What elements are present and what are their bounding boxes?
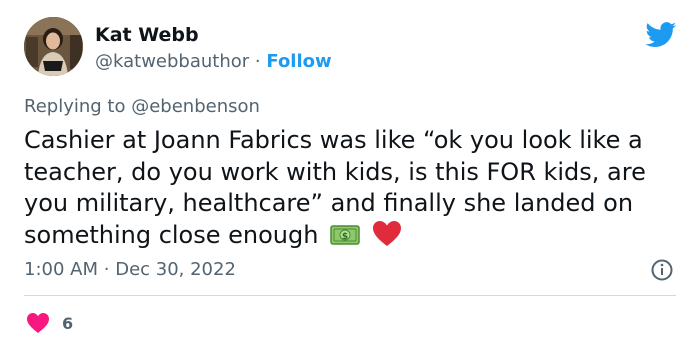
- tweet-time: 1:00 AM: [24, 259, 98, 280]
- replying-to: Replying to @ebenbenson: [24, 96, 260, 118]
- red-heart-icon: [372, 220, 402, 257]
- money-icon: $: [330, 222, 360, 257]
- timestamp-separator: ·: [103, 259, 110, 280]
- author-name[interactable]: Kat Webb: [95, 23, 199, 47]
- like-action[interactable]: 6: [26, 312, 73, 334]
- follow-button[interactable]: Follow: [266, 51, 331, 72]
- author-handle-row: @katwebbauthor · Follow: [95, 50, 332, 74]
- author-handle[interactable]: @katwebbauthor: [95, 51, 249, 72]
- svg-text:$: $: [342, 232, 348, 242]
- avatar[interactable]: [24, 17, 83, 76]
- tweet-text: Cashier at Joann Fabrics was like “ok yo…: [24, 125, 684, 256]
- handle-separator: ·: [254, 51, 261, 72]
- heart-icon[interactable]: [26, 312, 50, 334]
- like-count: 6: [62, 313, 74, 333]
- info-icon[interactable]: [650, 258, 674, 282]
- avatar-image: [24, 17, 83, 76]
- tweet-timestamp[interactable]: 1:00 AM · Dec 30, 2022: [24, 259, 236, 281]
- twitter-bird-icon[interactable]: [645, 22, 677, 48]
- divider: [24, 295, 676, 296]
- tweet-date: Dec 30, 2022: [115, 259, 236, 280]
- replying-to-label: Replying to: [24, 96, 126, 117]
- reply-mention-link[interactable]: @ebenbenson: [131, 96, 260, 117]
